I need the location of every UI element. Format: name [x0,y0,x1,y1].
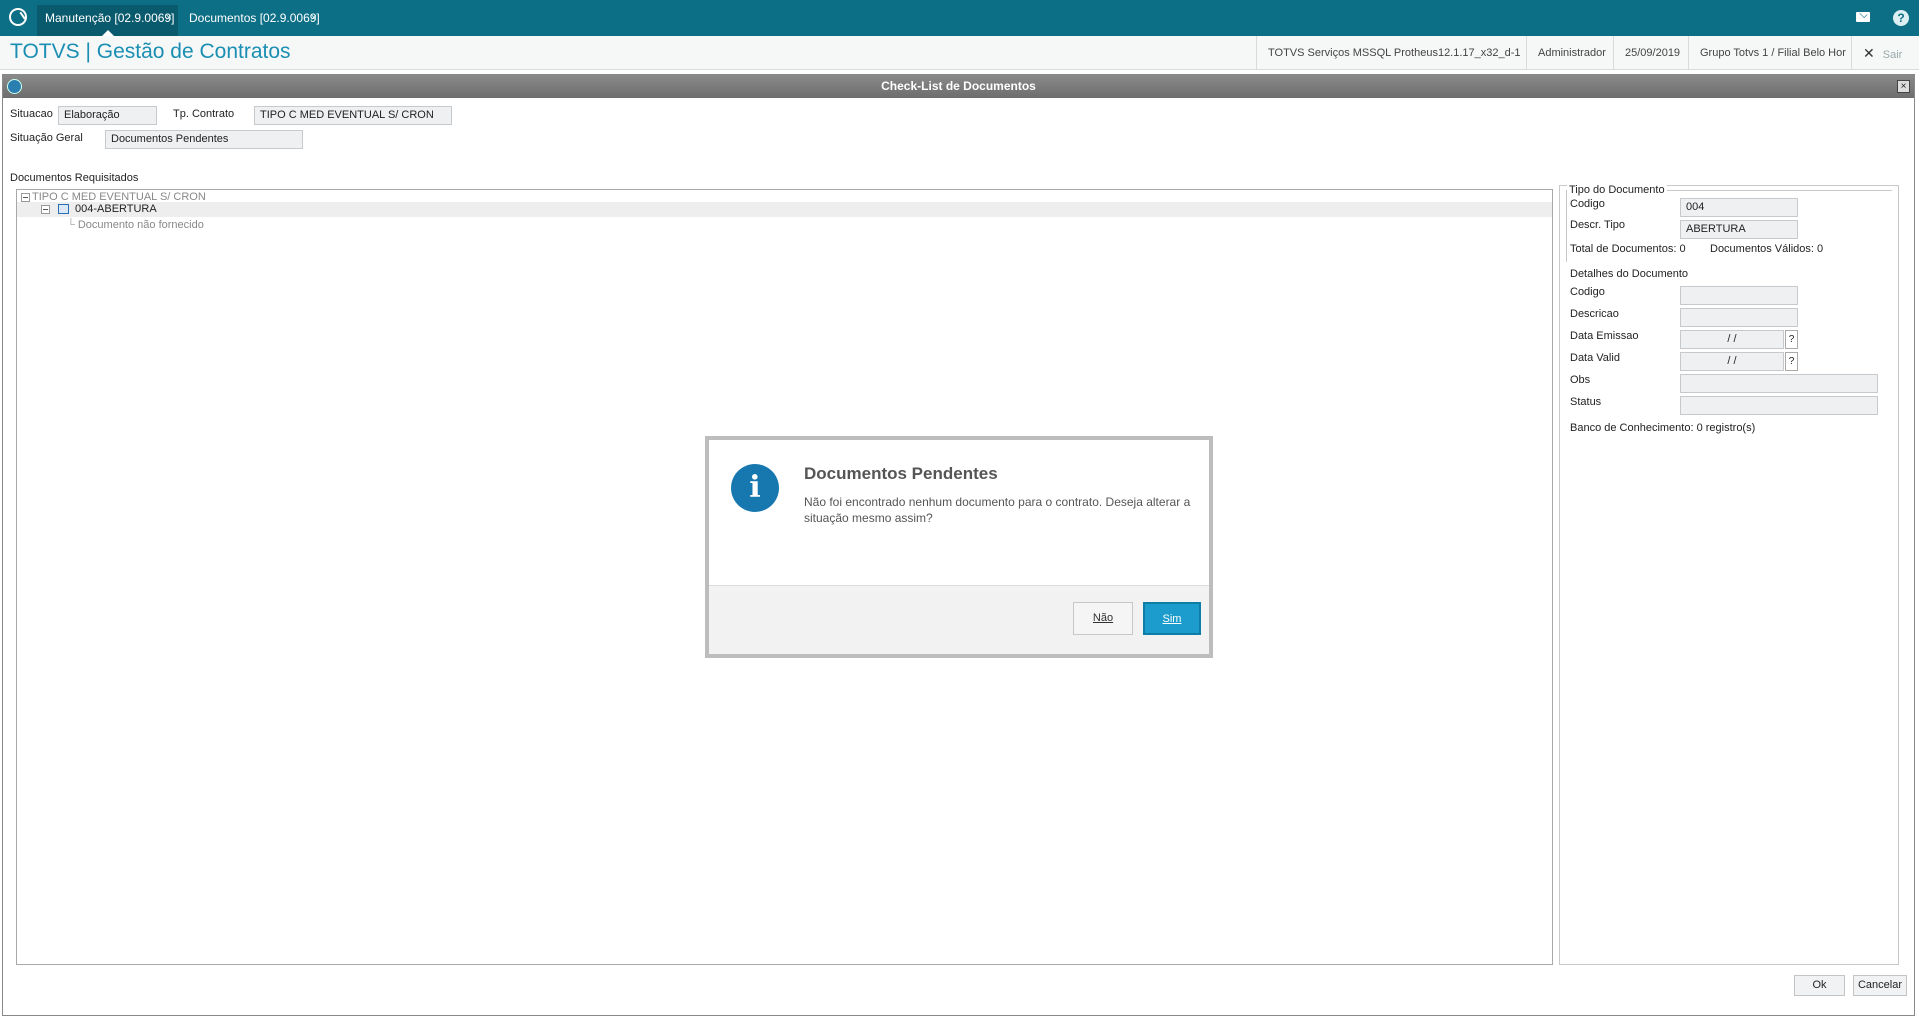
codigo-field[interactable]: 004 [1680,198,1798,217]
tree-connector-icon: └ [67,219,78,231]
ok-button[interactable]: Ok [1794,975,1845,996]
det-codigo-label: Codigo [1570,286,1605,298]
tp-contrato-label: Tp. Contrato [173,108,235,120]
app-header: TOTVS | Gestão de Contratos TOTVS Serviç… [0,36,1919,70]
yes-button[interactable]: Sim [1143,602,1201,635]
tab-documentos-label: Documentos [02.9.0069] [189,11,320,25]
tree-node-004-abertura[interactable]: 004-ABERTURA [17,202,1552,217]
dialog-footer: Não Sim [709,585,1209,654]
tp-contrato-field[interactable]: TIPO C MED EVENTUAL S/ CRON [254,106,452,125]
tipo-documento-title: Tipo do Documento [1567,184,1667,196]
pending-documents-dialog: i Documentos Pendentes Não foi encontrad… [705,436,1213,658]
tree-child-label: 004-ABERTURA [75,203,157,215]
user-name[interactable]: Administrador [1526,36,1617,70]
situacao-field[interactable]: Elaboração [58,106,157,125]
situacao-label: Situacao [10,108,53,120]
system-date[interactable]: 25/09/2019 [1613,36,1691,70]
tab-manutencao-label: Manutenção [02.9.0069] [45,11,175,25]
obs-field[interactable] [1680,374,1878,393]
exit-button[interactable]: ✕ Sair [1851,36,1919,70]
tree-node-leaf[interactable]: └ Documento não fornecido [67,218,204,233]
codigo-label: Codigo [1570,198,1605,210]
top-tab-bar: Manutenção [02.9.0069] × Documentos [02.… [0,0,1919,36]
obs-label: Obs [1570,374,1591,386]
tree-leaf-label: Documento não fornecido [77,219,204,231]
data-emissao-field[interactable]: / / [1680,330,1784,349]
det-descricao-field[interactable] [1680,308,1798,327]
window-app-icon [7,79,22,94]
data-valid-field[interactable]: / / [1680,352,1784,371]
situacao-geral-field[interactable]: Documentos Pendentes [105,130,303,149]
mail-icon[interactable] [1856,12,1870,22]
window-close-button[interactable]: × [1897,80,1910,93]
data-valid-label: Data Valid [1570,352,1620,364]
dialog-message: Não foi encontrado nenhum documento para… [804,495,1191,525]
company-branch[interactable]: Grupo Totvs 1 / Filial Belo Hor [1688,36,1850,70]
tab-manutencao-close-icon[interactable]: × [166,5,172,31]
det-descricao-label: Descricao [1570,308,1619,320]
close-icon: ✕ [1863,45,1875,61]
situacao-geral-label: Situação Geral [10,132,83,144]
tab-documentos-close-icon[interactable]: × [311,5,317,31]
document-type-icon [58,204,69,215]
data-emissao-calendar-button[interactable]: ? [1785,330,1798,349]
help-icon[interactable]: ? [1893,10,1909,26]
data-valid-calendar-button[interactable]: ? [1785,352,1798,371]
dialog-title: Documentos Pendentes [804,464,998,483]
collapse-icon[interactable] [41,204,50,214]
window-title: Check-List de Documentos [3,75,1914,98]
document-side-panel: Tipo do Documento Codigo 004 Descr. Tipo… [1559,184,1899,965]
exit-label: Sair [1882,49,1903,61]
tab-documentos[interactable]: Documentos [02.9.0069] × [181,5,323,36]
data-emissao-label: Data Emissao [1570,330,1639,342]
documentos-requisitados-label: Documentos Requisitados [10,172,139,184]
no-button[interactable]: Não [1073,602,1133,635]
status-field[interactable] [1680,396,1878,415]
app-title: TOTVS | Gestão de Contratos [10,40,291,63]
collapse-icon[interactable] [21,192,30,202]
documentos-validos: Documentos Válidos: 0 [1710,243,1824,255]
detalhes-documento-title: Detalhes do Documento [1570,268,1689,280]
total-documentos: Total de Documentos: 0 [1570,243,1686,255]
environment-info[interactable]: TOTVS Serviços MSSQL Protheus12.1.17_x32… [1256,36,1532,70]
descr-tipo-label: Descr. Tipo [1570,219,1626,231]
banco-conhecimento[interactable]: Banco de Conhecimento: 0 registro(s) [1570,422,1755,434]
descr-tipo-field[interactable]: ABERTURA [1680,220,1798,239]
cancelar-button[interactable]: Cancelar [1853,975,1907,996]
status-label: Status [1570,396,1602,408]
info-icon: i [731,464,779,512]
tab-manutencao[interactable]: Manutenção [02.9.0069] × [37,5,178,36]
det-codigo-field[interactable] [1680,286,1798,305]
totvs-logo-icon[interactable] [9,8,27,26]
